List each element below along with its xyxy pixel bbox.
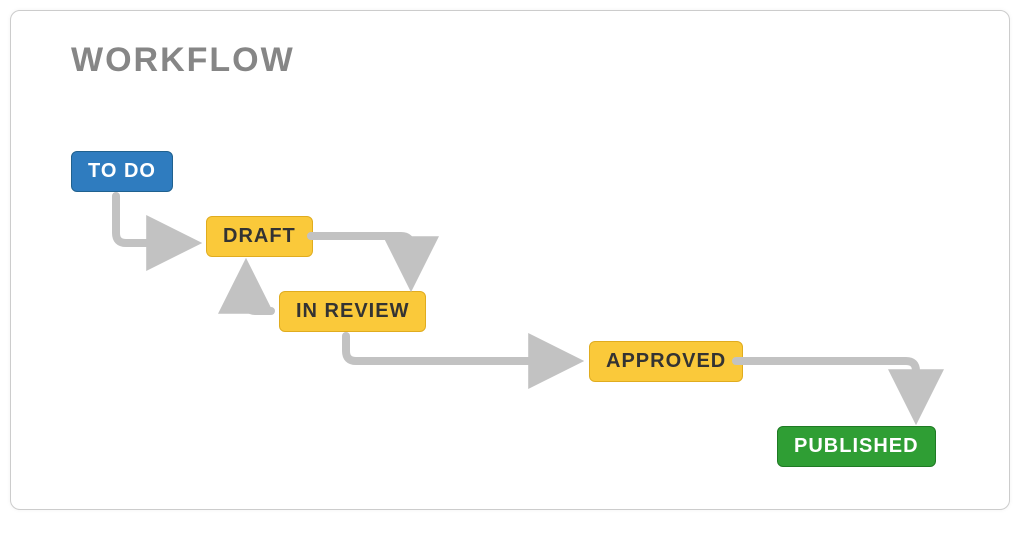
workflow-title: WORKFLOW: [71, 41, 295, 80]
node-todo-label: TO DO: [88, 160, 156, 183]
node-draft-label: DRAFT: [223, 225, 296, 248]
arrow-todo-to-draft: [116, 196, 191, 243]
node-approved[interactable]: APPROVED: [589, 341, 743, 382]
arrow-inreview-to-approved: [346, 336, 573, 361]
node-draft[interactable]: DRAFT: [206, 216, 313, 257]
node-published[interactable]: PUBLISHED: [777, 426, 936, 467]
node-approved-label: APPROVED: [606, 350, 726, 373]
node-todo[interactable]: TO DO: [71, 151, 173, 192]
node-in-review[interactable]: IN REVIEW: [279, 291, 426, 332]
arrow-draft-to-inreview: [311, 236, 411, 281]
node-published-label: PUBLISHED: [794, 435, 919, 458]
arrow-inreview-to-draft: [246, 269, 271, 311]
node-in-review-label: IN REVIEW: [296, 300, 409, 323]
workflow-card: WORKFLOW TO DO DRAFT IN REVIEW APPROVED …: [10, 10, 1010, 510]
arrow-approved-to-published: [736, 361, 916, 414]
